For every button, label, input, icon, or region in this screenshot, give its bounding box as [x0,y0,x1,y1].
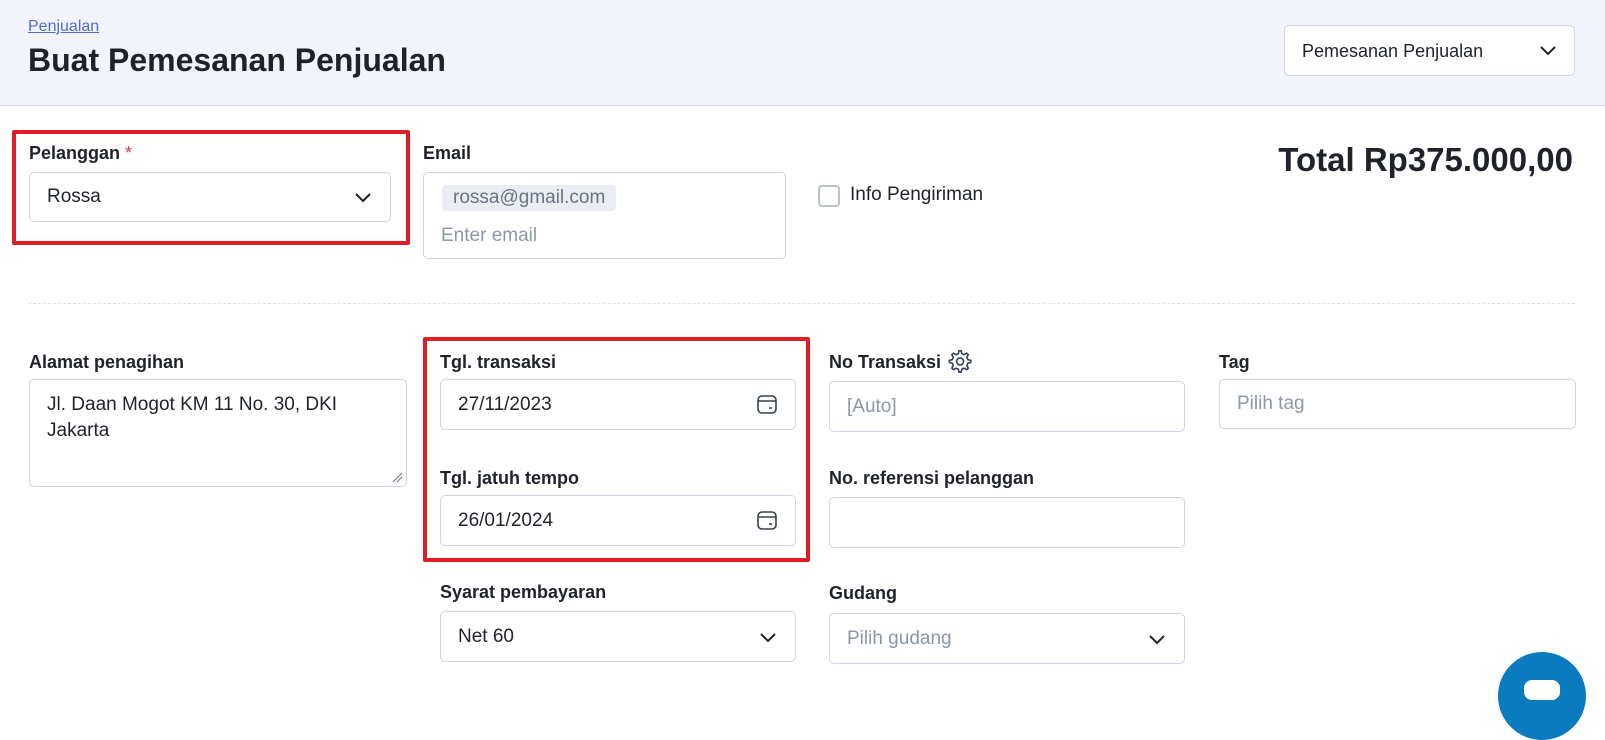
billing-address-label: Alamat penagihan [29,352,185,372]
transaction-date-label: Tgl. transaksi [440,352,557,372]
transaction-no-input[interactable]: [Auto] [829,381,1185,432]
email-label: Email [423,143,472,163]
chevron-down-icon [760,633,776,643]
transaction-no-placeholder: [Auto] [847,396,897,417]
due-date-value: 26/01/2024 [458,510,554,531]
required-mark: * [125,143,133,163]
customer-value: Rossa [47,186,101,207]
customer-ref-input[interactable] [829,497,1185,548]
transaction-no-label: No Transaksi [829,352,942,372]
customer-select[interactable]: Rossa [29,172,391,222]
payment-terms-label: Syarat pembayaran [440,582,607,602]
transaction-date-input[interactable]: 27/11/2023 [440,379,796,430]
billing-address-value: Jl. Daan Mogot KM 11 No. 30, DKI Jakarta [47,394,338,441]
chevron-down-icon [1540,46,1556,56]
customer-ref-label: No. referensi pelanggan [829,468,1035,488]
calendar-icon[interactable] [756,393,778,415]
payment-terms-value: Net 60 [458,626,514,647]
payment-terms-select[interactable]: Net 60 [440,611,796,662]
order-total: Total Rp375.000,00 [1278,141,1573,178]
chat-icon [1524,680,1560,700]
shipping-info-checkbox[interactable] [818,185,840,207]
email-field[interactable]: rossa@gmail.com Enter email [423,172,786,259]
page-title: Buat Pemesanan Penjualan [28,42,446,78]
chevron-down-icon [1149,635,1165,645]
tag-select[interactable]: Pilih tag [1219,379,1576,429]
email-placeholder: Enter email [441,225,538,246]
due-date-input[interactable]: 26/01/2024 [440,495,796,546]
calendar-icon[interactable] [756,509,778,531]
breadcrumb[interactable]: Penjualan [28,18,99,36]
document-type-select[interactable]: Pemesanan Penjualan [1284,25,1575,76]
warehouse-label: Gudang [829,583,897,603]
page-header: Penjualan Buat Pemesanan Penjualan Pemes… [0,0,1605,106]
email-chip[interactable]: rossa@gmail.com [442,185,617,211]
document-type-value: Pemesanan Penjualan [1302,41,1484,61]
due-date-label: Tgl. jatuh tempo [440,468,579,488]
customer-label: Pelanggan * [29,143,132,164]
billing-address-textarea[interactable]: Jl. Daan Mogot KM 11 No. 30, DKI Jakarta [29,379,407,487]
gear-icon[interactable] [946,348,972,374]
tag-label: Tag [1219,352,1250,372]
tag-placeholder: Pilih tag [1237,393,1305,414]
resize-handle-icon[interactable] [391,471,403,483]
warehouse-select[interactable]: Pilih gudang [829,613,1185,664]
transaction-date-value: 27/11/2023 [458,394,552,415]
shipping-info-label: Info Pengiriman [850,184,984,205]
section-divider [28,303,1575,304]
chat-button[interactable] [1498,652,1586,740]
customer-label-text: Pelanggan [29,143,121,163]
chevron-down-icon [355,193,371,203]
warehouse-placeholder: Pilih gudang [847,628,952,649]
